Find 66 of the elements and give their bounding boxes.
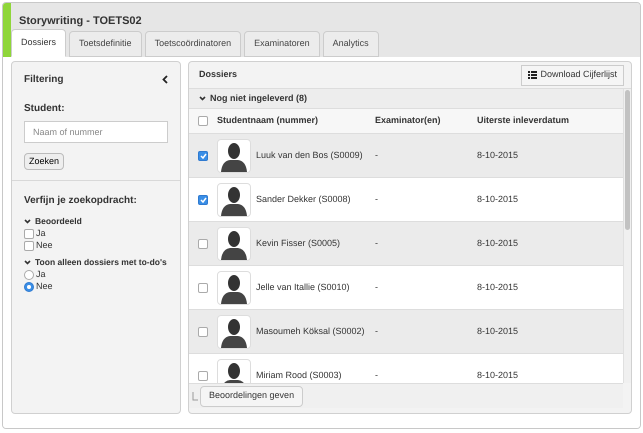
option-label: Nee xyxy=(36,280,53,293)
give-ratings-button[interactable]: Beoordelingen geven xyxy=(200,386,304,406)
table-cell-text: Luuk van den Bos (S0009) xyxy=(256,148,363,162)
checkbox[interactable] xyxy=(198,370,208,380)
table-cell-text: 8-10-2015 xyxy=(477,192,518,206)
section-label: Verfijn je zoekopdracht: xyxy=(24,194,138,208)
avatar xyxy=(217,138,251,172)
table-cell-text: - xyxy=(375,280,379,294)
table-cell-text: 8-10-2015 xyxy=(477,236,518,250)
table-cell-text: - xyxy=(375,192,379,206)
table-cell-text: - xyxy=(375,148,379,162)
column-header: Uiterste inleverdatum xyxy=(477,114,570,128)
tab[interactable]: Toetscoördinatoren xyxy=(144,31,242,57)
avatar xyxy=(217,182,251,216)
scrollbar-thumb[interactable] xyxy=(625,90,630,230)
table-cell-text: Masoumeh Köksal (S0002) xyxy=(256,324,365,338)
collapse-icon[interactable] xyxy=(162,75,168,84)
panel-title: Filtering xyxy=(24,73,64,87)
table-cell-text: Miriam Rood (S0003) xyxy=(256,368,342,382)
chevron-down-icon[interactable] xyxy=(199,96,206,101)
tab[interactable]: Analytics xyxy=(322,31,379,57)
tab[interactable]: Toetsdefinitie xyxy=(69,31,142,57)
checkbox[interactable] xyxy=(24,240,34,251)
chevron-down-icon[interactable] xyxy=(24,260,31,265)
corner-icon xyxy=(192,392,198,400)
download-button[interactable]: Download Cijferlijst xyxy=(521,64,624,86)
search-field[interactable]: Naam of nummer xyxy=(24,121,168,143)
list-icon xyxy=(528,71,538,79)
checkbox[interactable] xyxy=(198,326,208,336)
table-cell-text: Sander Dekker (S0008) xyxy=(256,192,351,206)
checkbox[interactable] xyxy=(198,238,208,248)
scrollbar[interactable] xyxy=(623,89,631,383)
avatar xyxy=(217,314,251,348)
group-title: Toon alleen dossiers met to-do's xyxy=(35,256,167,268)
search-button[interactable]: Zoeken xyxy=(24,153,64,170)
table-cell-text: - xyxy=(375,368,379,382)
checkbox[interactable] xyxy=(198,150,208,160)
field-label: Student: xyxy=(24,102,66,116)
table-cell-text: Kevin Fisser (S0005) xyxy=(256,236,340,250)
radio-button[interactable] xyxy=(24,282,34,292)
checkbox[interactable] xyxy=(198,116,208,126)
panel-title: Dossiers xyxy=(199,68,238,82)
checkbox[interactable] xyxy=(198,282,208,292)
chevron-down-icon[interactable] xyxy=(24,218,31,224)
table-cell-text: 8-10-2015 xyxy=(477,280,518,294)
table-cell-text: 8-10-2015 xyxy=(477,324,518,338)
table-cell-text: Jelle van Itallie (S0010) xyxy=(256,280,350,294)
option-label: Ja xyxy=(36,227,46,240)
tab[interactable]: Dossiers xyxy=(11,29,66,57)
window-title: Storywriting - TOETS02 xyxy=(18,14,143,29)
option-label: Nee xyxy=(36,239,53,252)
radio-button[interactable] xyxy=(24,270,34,280)
table-cell-text: 8-10-2015 xyxy=(477,368,518,382)
table-cell-text: - xyxy=(375,324,379,338)
tab[interactable]: Examinatoren xyxy=(244,31,320,57)
table-cell-text: - xyxy=(375,236,379,250)
avatar xyxy=(217,226,251,260)
group-title: Beoordeeld xyxy=(35,215,82,228)
option-label: Ja xyxy=(36,268,46,281)
column-header: Examinator(en) xyxy=(375,114,442,128)
checkbox[interactable] xyxy=(198,194,208,204)
group-header: Nog niet ingeleverd (8) xyxy=(210,92,308,105)
avatar xyxy=(217,270,251,304)
checkbox[interactable] xyxy=(24,228,34,239)
table-cell-text: 8-10-2015 xyxy=(477,148,518,162)
column-header: Studentnaam (nummer) xyxy=(217,114,320,128)
